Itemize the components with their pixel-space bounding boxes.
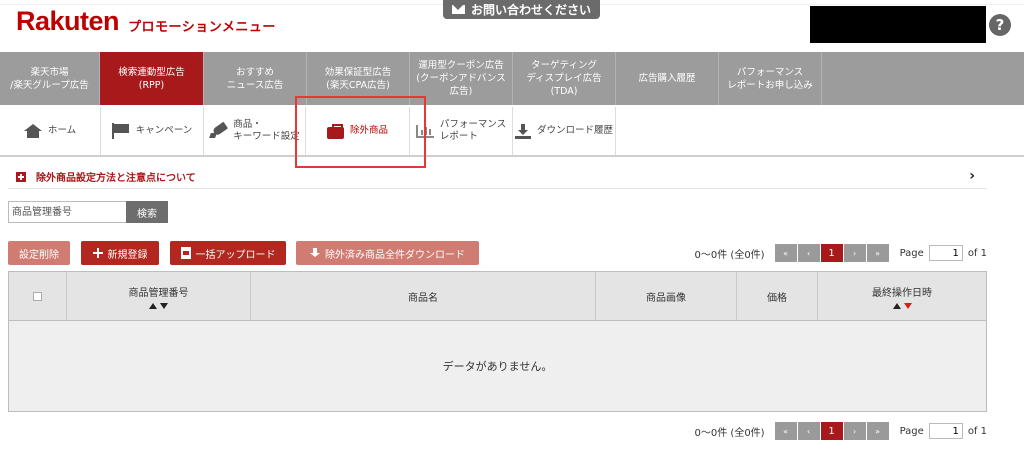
sort-icon[interactable] bbox=[149, 302, 168, 309]
sort-desc-active-icon[interactable] bbox=[903, 302, 912, 309]
search-input[interactable] bbox=[8, 201, 126, 223]
main-nav-spacer bbox=[822, 52, 1024, 105]
column-product-name-label: 商品名 bbox=[408, 292, 438, 304]
home-icon bbox=[23, 124, 42, 138]
sub-nav-product-keyword-label: 商品・ キーワード設定 bbox=[233, 119, 300, 142]
page-number-input[interactable] bbox=[928, 245, 963, 261]
table-empty-row: データがありません。 bbox=[9, 321, 986, 411]
page-total: of 1 bbox=[967, 247, 987, 259]
first-page-button[interactable]: « bbox=[774, 422, 797, 440]
question-circle-icon[interactable]: ? bbox=[989, 14, 1011, 36]
select-all-checkbox[interactable] bbox=[33, 291, 42, 301]
sub-nav-download-history[interactable]: ダウンロード履歴 bbox=[513, 107, 616, 155]
envelope-icon bbox=[451, 5, 465, 14]
redacted-account-area bbox=[810, 6, 986, 43]
rocket-icon bbox=[209, 123, 227, 139]
page-label: Page bbox=[899, 425, 924, 437]
last-page-button[interactable]: » bbox=[866, 244, 889, 262]
column-product-id-label: 商品管理番号 bbox=[128, 287, 189, 299]
next-page-button[interactable]: › bbox=[843, 422, 866, 440]
column-product-id[interactable]: 商品管理番号 bbox=[67, 272, 251, 320]
sub-nav-download-history-label: ダウンロード履歴 bbox=[536, 125, 613, 136]
download-all-excluded-label: 除外済み商品全件ダウンロード bbox=[325, 249, 465, 261]
excluded-products-table: 商品管理番号 商品名 商品画像 価格 最終操作日時 データがありません。 bbox=[8, 271, 987, 412]
pager-top: 0〜0件 (全0件) « ‹ 1 › » Page of 1 bbox=[695, 243, 987, 263]
promotion-menu-title: プロモーションメニュー bbox=[128, 20, 276, 35]
new-registration-button[interactable]: 新規登録 bbox=[81, 241, 159, 265]
info-accordion[interactable]: 除外商品設定方法と注意点について › bbox=[8, 165, 987, 189]
sub-nav-campaign[interactable]: キャンペーン bbox=[101, 107, 204, 155]
result-count: 0〜0件 (全0件) bbox=[694, 249, 765, 261]
download-icon bbox=[514, 123, 531, 139]
page-label: Page bbox=[899, 247, 924, 259]
main-nav-news[interactable]: おすすめ ニュース広告 bbox=[204, 52, 307, 105]
new-registration-label: 新規登録 bbox=[107, 249, 148, 261]
sort-icon[interactable] bbox=[892, 302, 912, 309]
sub-nav-performance-report-label: パフォーマンス レポート bbox=[439, 119, 507, 142]
first-page-button[interactable]: « bbox=[774, 244, 797, 262]
pager-bottom: 0〜0件 (全0件) « ‹ 1 › » Page of 1 bbox=[695, 421, 987, 441]
sub-nav-campaign-label: キャンペーン bbox=[135, 125, 193, 136]
rakuten-logo[interactable]: Rakuten bbox=[16, 6, 120, 37]
download-icon bbox=[310, 247, 320, 259]
plus-square-icon bbox=[16, 171, 26, 182]
sub-nav-home-label: ホーム bbox=[47, 125, 77, 136]
next-page-button[interactable]: › bbox=[843, 244, 866, 262]
last-page-button[interactable]: » bbox=[866, 422, 889, 440]
sort-asc-icon[interactable] bbox=[892, 302, 901, 309]
info-accordion-label: 除外商品設定方法と注意点について bbox=[36, 173, 196, 184]
flag-icon bbox=[111, 123, 130, 139]
main-nav-purchase-history[interactable]: 広告購入履歴 bbox=[616, 52, 719, 105]
column-price: 価格 bbox=[737, 272, 818, 320]
prev-page-button[interactable]: ‹ bbox=[797, 244, 820, 262]
current-page-button[interactable]: 1 bbox=[820, 244, 843, 262]
empty-message: データがありません。 bbox=[442, 360, 553, 373]
contact-button[interactable]: お問い合わせください bbox=[443, 0, 600, 19]
main-nav: 楽天市場 /楽天グループ広告 検索連動型広告 (RPP) おすすめ ニュース広告… bbox=[0, 52, 1024, 105]
bulk-upload-button[interactable]: 一括アップロード bbox=[170, 241, 286, 265]
main-nav-rpp[interactable]: 検索連動型広告 (RPP) bbox=[100, 52, 204, 105]
main-nav-rakuten-group[interactable]: 楽天市場 /楽天グループ広告 bbox=[0, 52, 100, 105]
page-number-input[interactable] bbox=[928, 423, 963, 439]
sub-nav: ホーム キャンペーン 商品・ キーワード設定 除外商品 パフォーマンス レポート… bbox=[0, 107, 1024, 157]
search-button[interactable]: 検索 bbox=[126, 201, 168, 223]
sub-nav-product-keyword[interactable]: 商品・ キーワード設定 bbox=[204, 107, 306, 155]
column-last-operated[interactable]: 最終操作日時 bbox=[818, 272, 986, 320]
file-icon bbox=[180, 247, 191, 259]
result-count: 0〜0件 (全0件) bbox=[694, 427, 765, 439]
plus-icon bbox=[92, 248, 103, 258]
column-price-label: 価格 bbox=[767, 292, 787, 304]
select-all-cell bbox=[9, 272, 67, 320]
highlight-annotation bbox=[295, 96, 426, 168]
sub-nav-home[interactable]: ホーム bbox=[0, 107, 101, 155]
header: Rakuten プロモーションメニュー お問い合わせください ? bbox=[0, 0, 1024, 52]
delete-setting-button[interactable]: 設定削除 bbox=[8, 241, 70, 265]
column-product-image: 商品画像 bbox=[596, 272, 737, 320]
main-nav-tda[interactable]: ターゲティング ディスプレイ広告 (TDA) bbox=[513, 52, 616, 105]
prev-page-button[interactable]: ‹ bbox=[797, 422, 820, 440]
sort-asc-icon[interactable] bbox=[149, 302, 157, 309]
current-page-button[interactable]: 1 bbox=[820, 422, 843, 440]
bulk-upload-label: 一括アップロード bbox=[195, 249, 276, 261]
column-product-image-label: 商品画像 bbox=[646, 292, 686, 304]
contact-label: お問い合わせください bbox=[470, 3, 591, 17]
delete-setting-label: 設定削除 bbox=[19, 249, 59, 261]
chevron-right-icon[interactable]: › bbox=[969, 168, 975, 184]
column-product-name: 商品名 bbox=[251, 272, 596, 320]
download-all-excluded-button[interactable]: 除外済み商品全件ダウンロード bbox=[296, 241, 479, 265]
main-nav-performance-report[interactable]: パフォーマンス レポートお申し込み bbox=[719, 52, 822, 105]
sort-desc-icon[interactable] bbox=[160, 302, 168, 309]
column-last-operated-label: 最終操作日時 bbox=[872, 287, 932, 299]
page-total: of 1 bbox=[967, 425, 987, 437]
table-header: 商品管理番号 商品名 商品画像 価格 最終操作日時 bbox=[9, 272, 986, 321]
